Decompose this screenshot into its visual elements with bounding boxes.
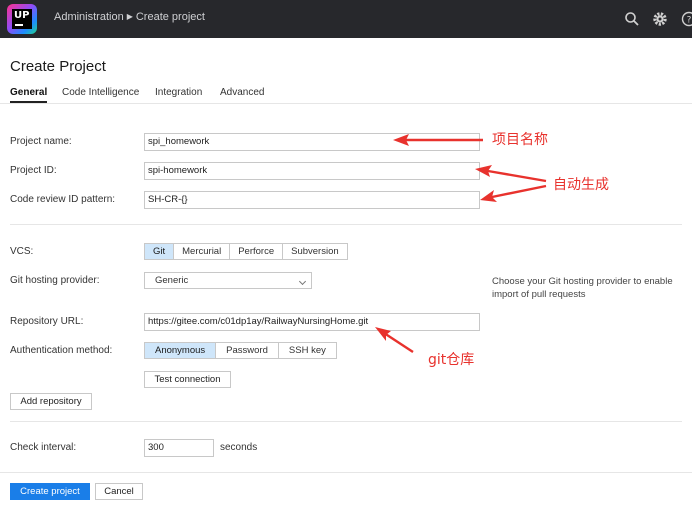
auth-option-anonymous[interactable]: Anonymous: [145, 343, 217, 358]
git-hosting-provider-select[interactable]: Generic: [144, 272, 312, 289]
tab-advanced[interactable]: Advanced: [220, 87, 264, 98]
git-hosting-provider-label: Git hosting provider:: [10, 275, 100, 286]
footer-divider: [0, 472, 692, 473]
git-hosting-hint: Choose your Git hosting provider to enab…: [492, 276, 673, 300]
breadcrumb-current: Create project: [135, 11, 205, 23]
tab-code-intelligence[interactable]: Code Intelligence: [62, 87, 139, 98]
tab-integration[interactable]: Integration: [155, 87, 202, 98]
vcs-option-perforce[interactable]: Perforce: [230, 244, 284, 259]
code-review-pattern-input[interactable]: SH-CR-{}: [144, 191, 480, 209]
logo-text: UP: [14, 10, 30, 21]
auth-method-selector: Anonymous Password SSH key: [144, 342, 337, 359]
add-repository-button[interactable]: Add repository: [10, 393, 92, 410]
repository-url-input[interactable]: https://gitee.com/c01dp1ay/RailwayNursin…: [144, 313, 480, 331]
git-repo-annotation: git仓库: [428, 352, 475, 368]
vcs-label: VCS:: [10, 246, 34, 257]
authentication-method-label: Authentication method:: [10, 345, 113, 356]
help-icon[interactable]: ?: [681, 11, 692, 27]
check-interval-unit: seconds: [220, 442, 258, 453]
gear-icon[interactable]: [652, 11, 668, 27]
auth-option-password[interactable]: Password: [216, 343, 279, 358]
logo-mark: UP: [12, 9, 32, 29]
test-connection-button[interactable]: Test connection: [144, 371, 231, 388]
tab-general[interactable]: General: [10, 87, 48, 103]
project-id-input[interactable]: spi-homework: [144, 162, 480, 180]
check-interval-label: Check interval:: [10, 442, 77, 453]
vcs-selector: Git Mercurial Perforce Subversion: [144, 243, 348, 260]
vcs-option-mercurial[interactable]: Mercurial: [174, 244, 231, 259]
auto-generated-annotation: 自动生成: [553, 177, 609, 193]
top-bar: UP Administration ▶ Create project ?: [0, 0, 692, 38]
code-review-pattern-label: Code review ID pattern:: [10, 194, 116, 205]
section-divider: [10, 224, 682, 225]
search-icon[interactable]: [624, 11, 640, 27]
auth-option-ssh-key[interactable]: SSH key: [279, 343, 336, 358]
project-name-input[interactable]: spi_homework: [144, 133, 480, 151]
check-interval-input[interactable]: 300: [144, 439, 214, 457]
arrow-to-code-review-icon: [480, 184, 547, 202]
project-name-annotation: 项目名称: [492, 132, 548, 148]
git-hosting-provider-value: Generic: [155, 275, 189, 286]
arrow-to-project-id-icon: [475, 165, 547, 183]
vcs-option-git[interactable]: Git: [145, 244, 175, 259]
breadcrumb-separator-icon: ▶: [126, 12, 133, 21]
svg-text:?: ?: [687, 16, 692, 26]
cancel-button[interactable]: Cancel: [95, 483, 143, 500]
upsource-logo-icon[interactable]: UP: [7, 4, 37, 34]
breadcrumb-administration[interactable]: Administration: [54, 11, 124, 23]
breadcrumb: Administration ▶ Create project: [54, 11, 205, 23]
vcs-option-subversion[interactable]: Subversion: [283, 244, 347, 259]
project-name-label: Project name:: [10, 136, 72, 147]
chevron-down-icon: [298, 277, 307, 286]
project-id-label: Project ID:: [10, 165, 57, 176]
repository-url-label: Repository URL:: [10, 316, 84, 327]
section-divider-2: [10, 421, 682, 422]
page-title: Create Project: [10, 58, 106, 75]
logo-bar: [15, 24, 23, 26]
create-project-button[interactable]: Create project: [10, 483, 90, 500]
tab-divider: [0, 103, 692, 104]
